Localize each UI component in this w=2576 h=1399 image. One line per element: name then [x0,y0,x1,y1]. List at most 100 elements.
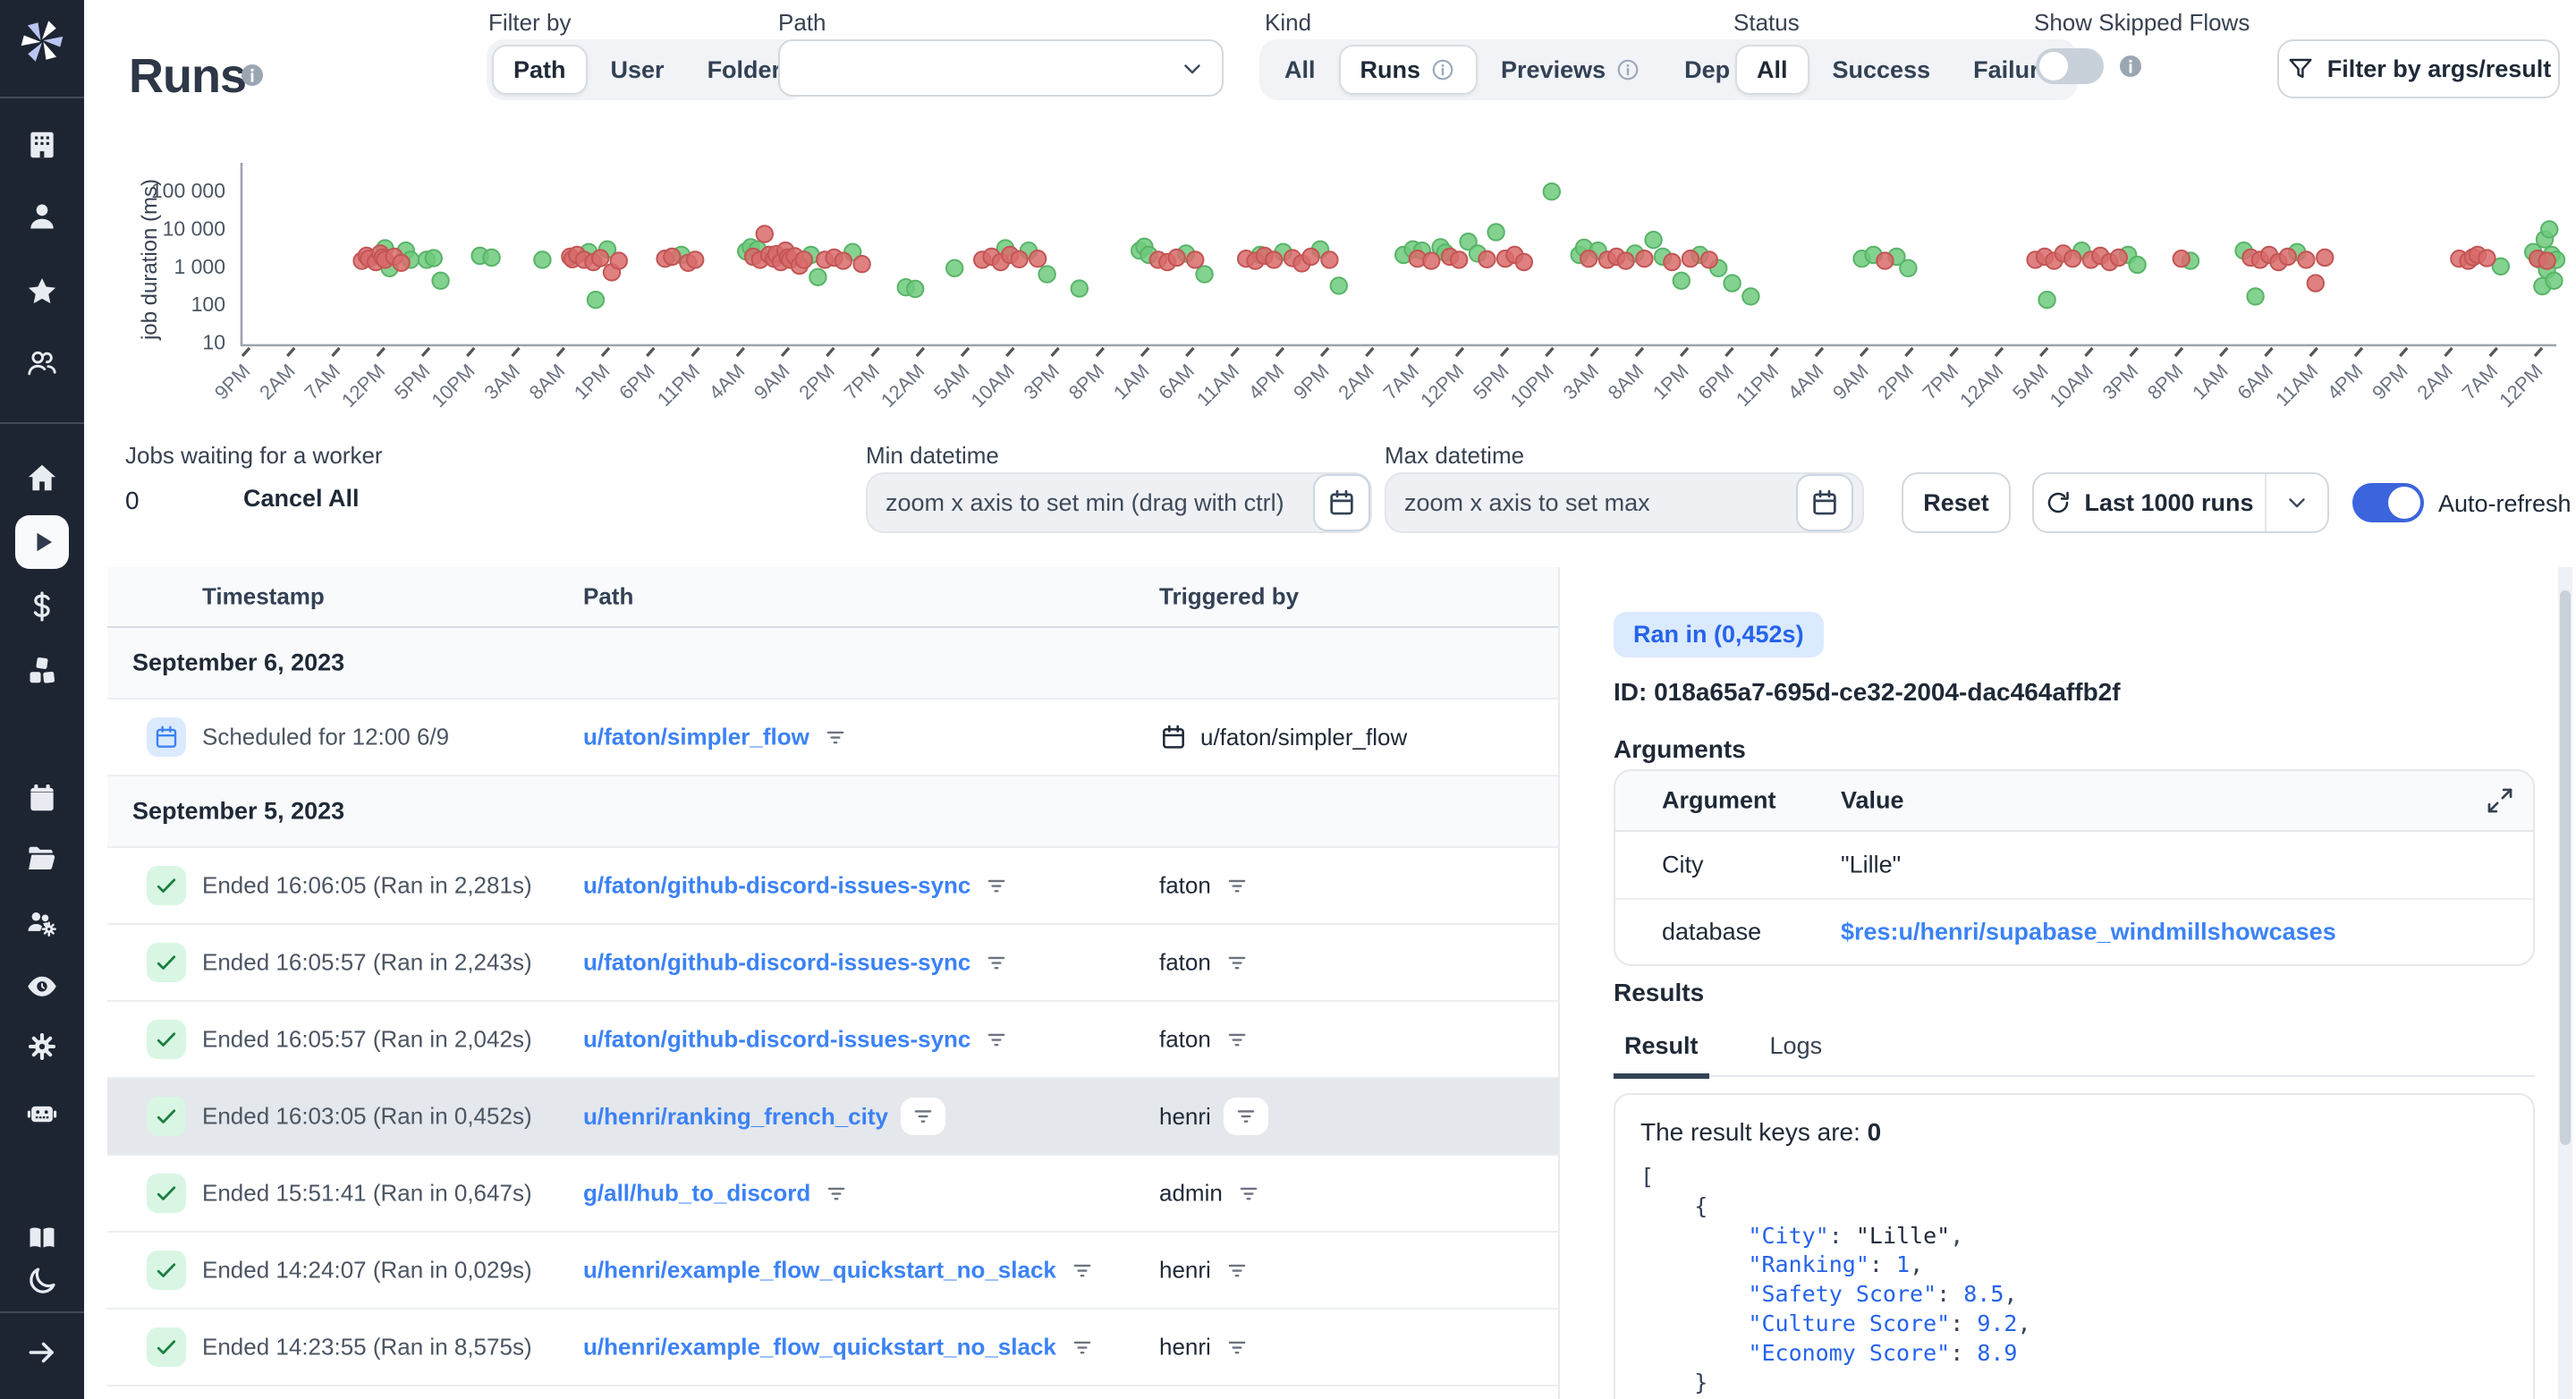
run-path-link[interactable]: u/henri/example_flow_quickstart_no_slack [583,1257,1056,1285]
filter-by-path-icon[interactable] [983,1026,1010,1053]
filter-by-user-icon[interactable] [1224,1257,1250,1284]
kind-option-previews[interactable]: Previews [1481,45,1661,95]
max-datetime-placeholder: zoom x axis to set max [1404,489,1650,517]
last-runs-dropdown[interactable] [2265,474,2327,531]
sidebar-item-star[interactable] [0,265,84,318]
filter-by-path-icon[interactable] [983,949,1010,976]
svg-text:10AM: 10AM [967,360,1019,411]
svg-text:3PM: 3PM [1019,360,1063,404]
kind-label: Kind [1265,9,1311,37]
last-runs-button[interactable]: Last 1000 runs [2032,472,2329,533]
sidebar-item-folder[interactable] [0,832,84,886]
table-row[interactable]: Ended 16:05:57 (Ran in 2,243s)u/faton/gi… [107,925,1558,1002]
svg-text:6PM: 6PM [1693,360,1738,404]
run-path-link[interactable]: u/henri/example_flow_quickstart_no_slack [583,1334,1056,1361]
filter-by-option-path[interactable]: Path [492,45,588,95]
kind-option-all[interactable]: All [1265,45,1335,95]
sidebar-item-cubes[interactable] [0,644,84,698]
reset-button[interactable]: Reset [1902,472,2011,533]
svg-text:6AM: 6AM [1154,360,1199,404]
status-option-success[interactable]: Success [1813,45,1951,95]
sidebar-item-home[interactable] [0,451,84,504]
table-row[interactable]: Ended 15:51:41 (Ran in 0,647s)g/all/hub_… [107,1156,1558,1233]
status-option-all[interactable]: All [1735,45,1809,95]
run-path-link[interactable]: u/faton/github-discord-issues-sync [583,1026,970,1054]
sidebar-item-dollar[interactable] [0,580,84,633]
table-row[interactable]: Ended 16:03:05 (Ran in 0,452s) u/henri/ra… [107,1079,1558,1156]
resource-link[interactable]: $res:u/henri/supabase_windmillshowcases [1841,919,2336,946]
building-icon [25,128,59,162]
run-path-link[interactable]: u/faton/github-discord-issues-sync [583,949,970,977]
sidebar-item-eye[interactable] [0,959,84,1013]
run-timestamp: Ended 16:03:05 (Ran in 0,452s) [202,1103,532,1131]
min-datetime-input[interactable]: zoom x axis to set min (drag with ctrl) [866,472,1372,533]
tab-logs[interactable]: Logs [1759,1029,1834,1075]
scrollbar[interactable] [2558,567,2572,1399]
table-row[interactable]: Ended 16:06:05 (Ran in 2,281s)u/faton/gi… [107,848,1558,925]
title-info-icon[interactable] [238,61,267,89]
table-row[interactable]: Ended 16:05:57 (Ran in 2,042s)u/faton/gi… [107,1002,1558,1079]
runs-scatter-chart[interactable]: 101001 00010 000100 0009PM2AM7AM12PM5PM1… [0,152,2576,424]
filter-by-path-icon[interactable] [823,1180,850,1207]
sidebar-item-play[interactable] [0,515,84,569]
run-path-link[interactable]: g/all/hub_to_discord [583,1180,810,1208]
filter-by-path-icon[interactable] [1069,1257,1096,1284]
sidebar-item-user-group[interactable] [0,336,84,390]
path-select[interactable] [778,39,1224,97]
svg-text:4PM: 4PM [1244,360,1289,404]
svg-text:1AM: 1AM [2188,360,2233,404]
sidebar-item-building[interactable] [0,118,84,172]
scrollbar-thumb[interactable] [2560,590,2571,1145]
windmill-logo-icon[interactable] [0,14,84,68]
filter-by-path-icon[interactable] [901,1098,945,1135]
max-datetime-input[interactable]: zoom x axis to set max [1385,472,1864,533]
worker-groups-icon [25,906,59,940]
sidebar-item-calendar[interactable] [0,771,84,825]
filter-by-path-icon[interactable] [983,872,1010,899]
svg-text:3PM: 3PM [2098,360,2143,404]
filter-by-user-icon[interactable] [1224,872,1250,899]
run-path-link[interactable]: u/faton/github-discord-issues-sync [583,872,970,900]
cancel-all-button[interactable]: Cancel All [243,485,360,513]
triggered-by: henri [1159,1103,1211,1131]
svg-text:2AM: 2AM [255,360,300,404]
filter-args-button[interactable]: Filter by args/result [2277,39,2560,98]
max-datetime-label: Max datetime [1385,442,1524,470]
filter-by-user-icon[interactable] [1224,1334,1250,1361]
expand-icon[interactable] [2485,785,2515,816]
sidebar-item-worker-groups[interactable] [0,896,84,950]
table-row[interactable]: Ended 14:23:55 (Ran in 8,575s)u/henri/ex… [107,1310,1558,1386]
filter-by-user-icon[interactable] [1224,1098,1268,1135]
success-check-icon [147,1251,186,1290]
svg-text:9AM: 9AM [750,360,794,404]
run-path-link[interactable]: u/faton/simpler_flow [583,724,809,751]
sidebar-item-user[interactable] [0,190,84,243]
expand-arrow-icon [25,1335,59,1369]
result-json: [ { "City": "Lille", "Ranking": 1, "Safe… [1640,1163,2508,1399]
sidebar-item-moon[interactable] [0,1254,84,1308]
sidebar-item-robot[interactable] [0,1086,84,1140]
sidebar-item-expand-arrow[interactable] [0,1326,84,1379]
sidebar [0,0,84,1399]
kind-option-runs[interactable]: Runs [1339,45,1479,95]
filter-by-user-icon[interactable] [1224,1026,1250,1053]
table-row[interactable]: Scheduled for 12:00 6/9u/faton/simpler_f… [107,700,1558,776]
svg-text:9PM: 9PM [210,360,255,404]
filter-by-user-icon[interactable] [1235,1180,1262,1207]
show-skipped-toggle[interactable] [2036,48,2104,84]
filter-by-path-icon[interactable] [1069,1334,1096,1361]
max-datetime-calendar-button[interactable] [1796,474,1853,531]
svg-text:100 000: 100 000 [151,179,225,202]
auto-refresh-toggle[interactable] [2352,483,2424,522]
sidebar-item-settings[interactable] [0,1020,84,1073]
success-check-icon [147,1097,186,1136]
tab-result[interactable]: Result [1614,1029,1709,1079]
run-path-link[interactable]: u/henri/ranking_french_city [583,1103,888,1131]
filter-by-option-user[interactable]: User [591,45,684,95]
filter-by-user-icon[interactable] [1224,949,1250,976]
min-datetime-calendar-button[interactable] [1313,474,1370,531]
filter-by-label: Filter by [488,9,571,37]
filter-by-path-icon[interactable] [822,724,849,750]
table-row[interactable]: Ended 14:24:07 (Ran in 0,029s)u/henri/ex… [107,1233,1558,1310]
show-skipped-info-icon[interactable] [2116,52,2145,81]
